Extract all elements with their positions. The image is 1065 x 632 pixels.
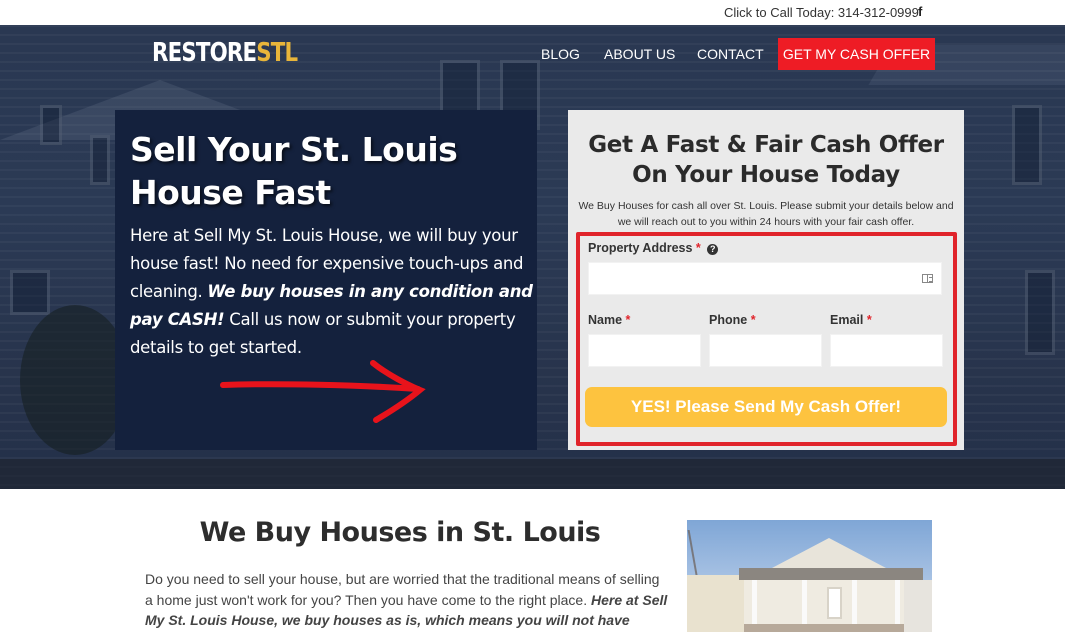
house-photo [687,520,932,632]
background-window [1012,105,1042,185]
address-card-icon[interactable] [922,274,933,283]
facebook-icon[interactable]: f [918,4,922,19]
help-icon[interactable]: ? [707,244,719,255]
get-cash-offer-button[interactable]: GET MY CASH OFFER [778,38,935,70]
nav-item-blog[interactable]: BLOG [541,38,580,70]
required-marker: * [866,313,872,327]
property-address-label-text: Property Address [588,241,693,255]
background-window [40,105,62,145]
photo-column [752,580,757,628]
section-title: We Buy Houses in St. Louis [199,517,601,548]
nav-link-contact[interactable]: CONTACT [697,46,764,62]
email-input[interactable] [830,334,943,367]
photo-column [852,580,857,628]
logo-main-text: RESTORE [152,38,257,68]
photo-neighbor-house [687,575,752,632]
phone-label: Phone * [709,313,756,327]
name-input[interactable] [588,334,701,367]
background-window [90,135,110,185]
cash-offer-form: Get A Fast & Fair Cash Offer On Your Hou… [568,110,964,450]
photo-gable [772,538,886,568]
required-marker: * [750,313,756,327]
photo-foundation [744,624,904,632]
form-title: Get A Fast & Fair Cash Offer On Your Hou… [588,132,944,188]
hero-description: Here at Sell My St. Louis House, we will… [130,222,535,362]
background-window [1025,270,1055,355]
background-ground [0,459,1065,489]
property-address-input[interactable] [588,262,942,295]
required-marker: * [695,241,701,255]
phone-label-text: Phone [709,313,748,327]
hero-title: Sell Your St. Louis House Fast [130,130,458,212]
photo-door [827,587,842,619]
red-arrow-right-icon [220,360,426,423]
nav-item-contact[interactable]: CONTACT [697,38,764,70]
logo[interactable]: RESTORESTL [152,38,298,68]
section-description-intro: Do you need to sell your house, but are … [145,571,660,608]
section-description: Do you need to sell your house, but are … [145,569,670,631]
photo-porch [744,580,904,625]
email-label-text: Email [830,313,864,327]
photo-column [895,580,900,628]
photo-tree [687,530,737,580]
submit-offer-button[interactable]: YES! Please Send My Cash Offer! [585,387,947,427]
property-address-label: Property Address * ? [588,241,719,255]
background-window [10,270,50,315]
phone-input[interactable] [709,334,822,367]
email-label: Email * [830,313,872,327]
name-label-text: Name [588,313,623,327]
background-bush [20,305,130,455]
nav-link-about-us[interactable]: ABOUT US [604,46,675,62]
photo-column [802,580,807,628]
click-to-call-link[interactable]: Click to Call Today: 314-312-0999 [724,5,919,20]
required-marker: * [625,313,631,327]
name-label: Name * [588,313,630,327]
nav-item-about-us[interactable]: ABOUT US [604,38,675,70]
logo-accent-text: STL [256,38,298,68]
photo-porch-roof [739,568,923,580]
nav-link-blog[interactable]: BLOG [541,46,580,62]
form-intro: We Buy Houses for cash all over St. Loui… [578,200,954,228]
top-bar: Click to Call Today: 314-312-0999 f [0,0,1065,25]
